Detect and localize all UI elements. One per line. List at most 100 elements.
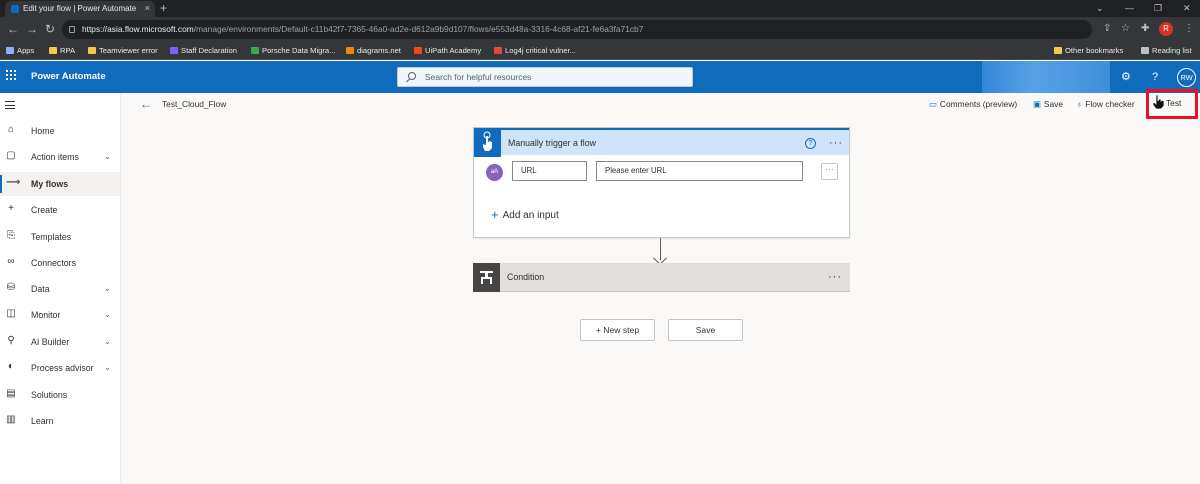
app-launcher-icon[interactable] [6, 70, 16, 80]
hamburger-menu-icon[interactable] [5, 101, 15, 109]
search-input[interactable]: Search for helpful resources [397, 67, 693, 87]
tab-title: Edit your flow | Power Automate [23, 4, 137, 13]
condition-card[interactable]: Condition ··· [473, 263, 850, 292]
bookmark-star-icon[interactable]: ☆ [1121, 22, 1130, 36]
reading-list[interactable]: Reading list [1141, 42, 1192, 60]
chevron-down-icon[interactable]: ⌄ [104, 356, 111, 380]
app-title[interactable]: Power Automate [31, 61, 106, 93]
environment-picker[interactable] [982, 61, 1110, 93]
save-command-button[interactable]: ▣ Save [1033, 98, 1063, 110]
input-placeholder-field[interactable]: Please enter URL [596, 161, 803, 181]
process-advisor-icon: ◐ [7, 361, 15, 372]
close-window-button[interactable]: ✕ [1183, 0, 1191, 16]
browser-tab-bar: Edit your flow | Power Automate × + ⌄ — … [0, 0, 1200, 17]
url-host: https://asia.flow.microsoft.com [82, 24, 194, 34]
nav-label: My flows [31, 179, 69, 189]
trigger-title: Manually trigger a flow [508, 138, 597, 148]
flow-checker-button[interactable]: ♁ Flow checker [1076, 98, 1135, 110]
new-tab-button[interactable]: + [160, 0, 167, 16]
forward-icon[interactable]: → [26, 21, 38, 37]
drive-icon [251, 47, 259, 54]
bookmark-rpa[interactable]: RPA [49, 42, 75, 60]
nav-item-create[interactable]: + Create [0, 198, 120, 222]
bookmark-apps[interactable]: Apps [6, 42, 34, 60]
bookmark-porsche[interactable]: Porsche Data Migra... [251, 42, 335, 60]
bookmark-staff-declaration[interactable]: Staff Declaration [170, 42, 237, 60]
chevron-down-icon[interactable]: ⌄ [104, 330, 111, 354]
search-icon [408, 72, 416, 80]
add-an-input-button[interactable]: + Add an input [491, 207, 559, 222]
bookmark-teamviewer[interactable]: Teamviewer error [88, 42, 158, 60]
home-icon: ⌂ [7, 124, 15, 135]
nav-item-ai-builder[interactable]: ⚲ AI Builder ⌄ [0, 330, 120, 354]
bookmark-log4j[interactable]: Log4j critical vulner... [494, 42, 576, 60]
help-circle-icon[interactable]: ? [805, 138, 816, 149]
gear-icon[interactable]: ⚙ [1121, 61, 1131, 93]
nav-label: Data [31, 284, 50, 294]
share-icon[interactable]: ⇪ [1103, 22, 1111, 36]
back-icon[interactable]: ← [7, 21, 19, 37]
flow-icon: ⟿ [6, 177, 21, 188]
browser-tab[interactable]: Edit your flow | Power Automate × [5, 1, 155, 17]
folder-icon [1054, 47, 1062, 54]
forms-icon [170, 47, 178, 54]
tab-close-icon[interactable]: × [145, 1, 150, 16]
save-icon: ▣ [1033, 99, 1041, 109]
left-navigation: ⌂ Home ▢ Action items ⌄ ⟿ My flows + Cre… [0, 93, 121, 484]
chevron-down-icon[interactable]: ⌄ [104, 277, 111, 301]
nav-item-monitor[interactable]: ◫ Monitor ⌄ [0, 303, 120, 327]
extensions-icon[interactable]: ✚ [1141, 22, 1149, 36]
new-step-button[interactable]: + New step [580, 319, 655, 341]
trigger-card-header[interactable]: Manually trigger a flow ? ··· [474, 128, 849, 157]
reading-list-icon [1141, 47, 1149, 54]
bookmark-label: Log4j critical vulner... [505, 46, 576, 55]
manual-trigger-icon [474, 128, 501, 157]
nav-item-solutions[interactable]: ▤ Solutions [0, 383, 120, 407]
save-button[interactable]: Save [668, 319, 743, 341]
connector-icon: ∞ [7, 256, 15, 267]
bookmark-label: Teamviewer error [99, 46, 158, 55]
bookmarks-bar: Apps RPA Teamviewer error Staff Declarat… [0, 42, 1200, 60]
nav-item-learn[interactable]: ▥ Learn [0, 409, 120, 433]
nav-item-my-flows[interactable]: ⟿ My flows [0, 172, 120, 196]
comments-label: Comments (preview) [939, 99, 1018, 109]
diagrams-icon [346, 47, 354, 54]
nav-item-templates[interactable]: ⎘ Templates [0, 225, 120, 249]
nav-item-action-items[interactable]: ▢ Action items ⌄ [0, 145, 120, 169]
profile-avatar[interactable]: R [1159, 22, 1173, 36]
bookmark-uipath[interactable]: UiPath Academy [414, 42, 481, 60]
bookmark-label: diagrams.net [357, 46, 401, 55]
condition-title: Condition [507, 272, 545, 282]
chevron-down-icon[interactable]: ⌄ [104, 303, 111, 327]
nav-item-process-advisor[interactable]: ◐ Process advisor ⌄ [0, 356, 120, 380]
other-bookmarks[interactable]: Other bookmarks [1054, 42, 1123, 60]
input-name-field[interactable]: URL [512, 161, 587, 181]
maximize-button[interactable]: ❐ [1154, 0, 1162, 16]
bookmark-diagrams[interactable]: diagrams.net [346, 42, 401, 60]
address-bar-row: ← → ↻ https://asia.flow.microsoft.com/ma… [0, 17, 1200, 42]
nav-label: Home [31, 126, 55, 136]
back-arrow-icon[interactable]: ← [140, 97, 152, 111]
minimize-button[interactable]: — [1125, 0, 1134, 16]
bookmark-label: Other bookmarks [1065, 46, 1124, 55]
more-options-icon[interactable]: ··· [828, 272, 842, 283]
more-options-icon[interactable]: ··· [829, 138, 843, 149]
comments-button[interactable]: ▭ Comments (preview) [929, 98, 1017, 110]
nav-item-data[interactable]: ⛁ Data ⌄ [0, 277, 120, 301]
book-icon: ▥ [6, 414, 16, 425]
tab-search-icon[interactable]: ⌄ [1096, 0, 1104, 16]
input-more-options-icon[interactable]: ··· [821, 163, 838, 180]
nav-item-connectors[interactable]: ∞ Connectors [0, 251, 120, 275]
url-field[interactable]: https://asia.flow.microsoft.com/manage/e… [62, 20, 1092, 39]
user-avatar[interactable]: RW [1177, 68, 1196, 87]
nav-label: Create [31, 205, 58, 215]
folder-icon [88, 47, 96, 54]
url-path: /manage/environments/Default-c11b42f7-73… [193, 24, 644, 34]
reload-icon[interactable]: ↻ [45, 21, 55, 37]
nav-item-home[interactable]: ⌂ Home [0, 119, 120, 143]
browser-menu-icon[interactable]: ⋮ [1184, 22, 1194, 36]
bookmark-label: UiPath Academy [425, 46, 482, 55]
chevron-down-icon[interactable]: ⌄ [104, 145, 111, 169]
trigger-card[interactable]: Manually trigger a flow ? ··· aA URL Ple… [473, 127, 850, 238]
folder-icon [49, 47, 57, 54]
